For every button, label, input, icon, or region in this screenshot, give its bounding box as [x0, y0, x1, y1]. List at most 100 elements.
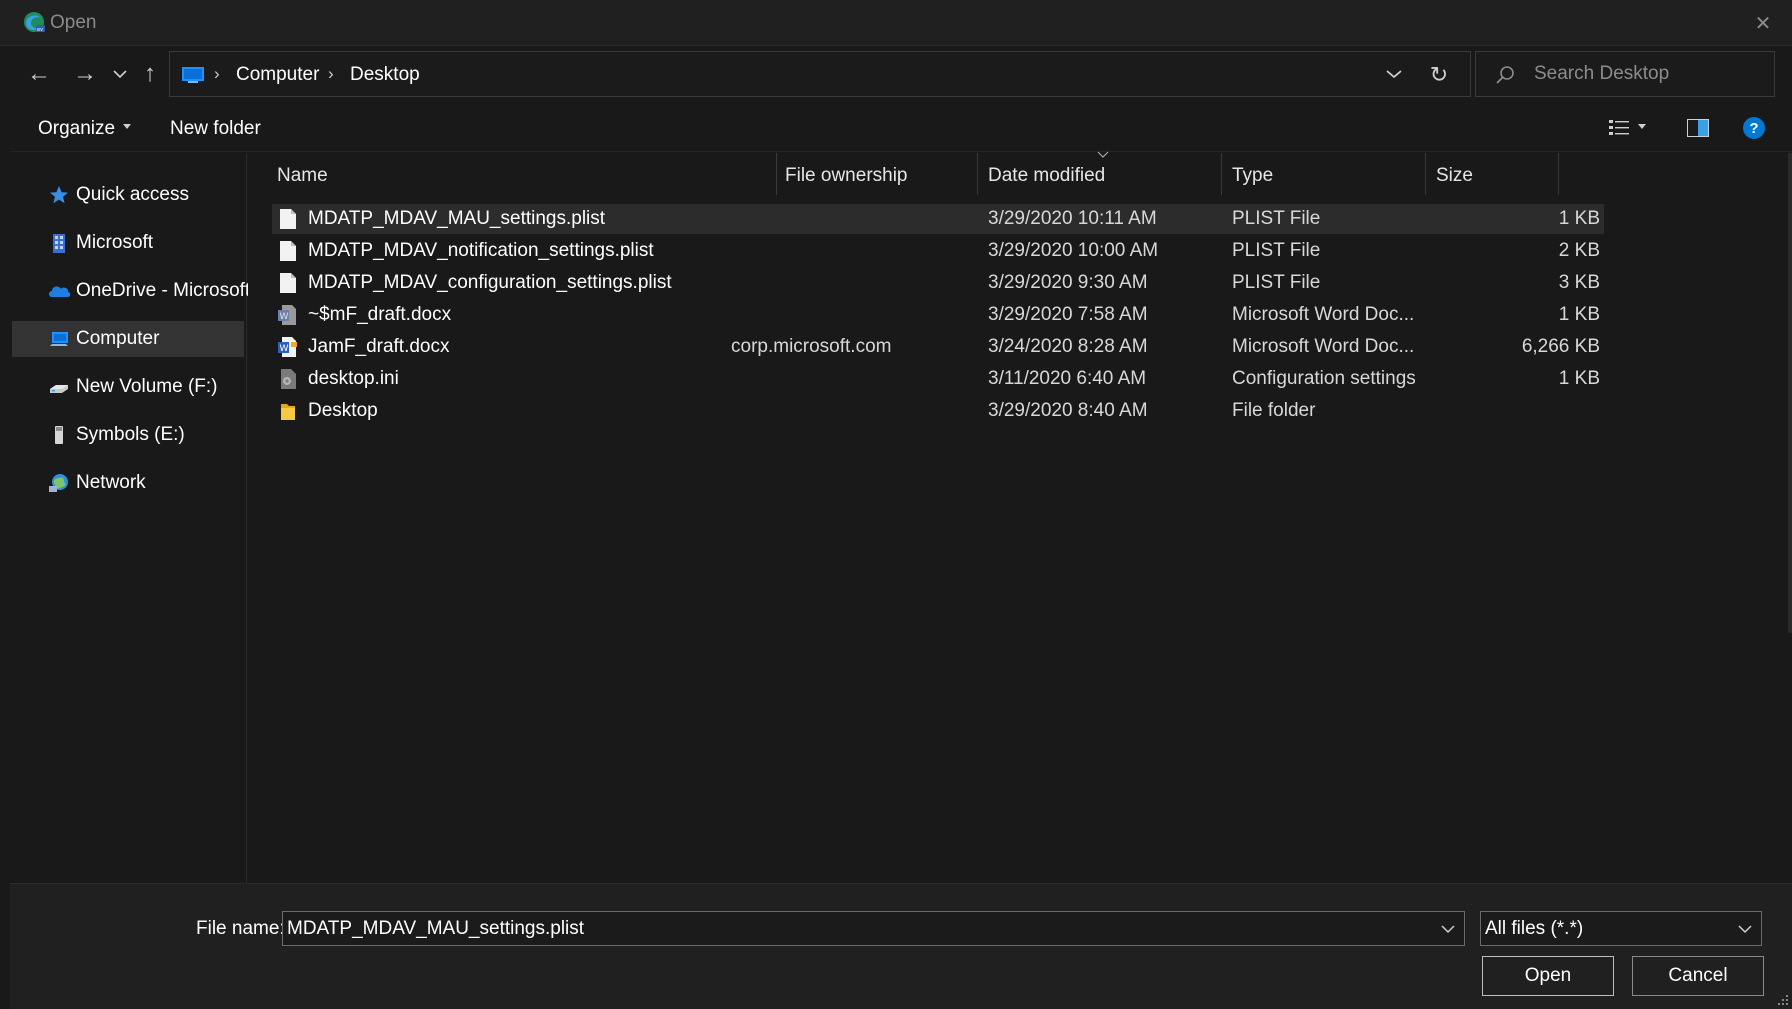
file-date: 3/29/2020 10:00 AM: [988, 240, 1159, 261]
sidebar-item-quick-access[interactable]: Quick access: [12, 177, 244, 213]
breadcrumb-separator: ›: [328, 64, 334, 83]
column-header-date[interactable]: Date modified: [978, 153, 1221, 195]
file-type: PLIST File: [1232, 208, 1321, 229]
address-history-dropdown[interactable]: [1383, 63, 1405, 85]
file-name-combobox[interactable]: [282, 911, 1465, 946]
preview-pane-button[interactable]: [1684, 114, 1712, 142]
sidebar-item-new-volume[interactable]: New Volume (F:): [12, 369, 244, 405]
sidebar-item-label: New Volume (F:): [76, 376, 218, 397]
breadcrumb-desktop[interactable]: Desktop: [350, 64, 420, 86]
column-header-type[interactable]: Type: [1222, 153, 1425, 195]
chevron-down-icon[interactable]: [1440, 921, 1456, 937]
vertical-scrollbar[interactable]: [1788, 153, 1792, 633]
file-owner: corp.microsoft.com: [731, 336, 892, 357]
title-bar: ev Open ✕: [0, 0, 1792, 46]
file-date: 3/29/2020 10:11 AM: [988, 208, 1157, 229]
svg-text:W: W: [280, 312, 289, 322]
resize-grip-icon[interactable]: [1776, 993, 1790, 1007]
open-dialog: ev Open ✕ ← → ↑ › Computer › Desktop ↻ S…: [0, 0, 1792, 1009]
breadcrumb-computer[interactable]: Computer: [236, 64, 319, 86]
refresh-button[interactable]: ↻: [1426, 62, 1452, 88]
file-name: Desktop: [308, 400, 378, 421]
open-button[interactable]: Open: [1482, 956, 1614, 996]
refresh-icon: ↻: [1429, 62, 1449, 87]
window-title: Open: [50, 12, 97, 33]
back-button[interactable]: ←: [24, 59, 54, 89]
file-type-select[interactable]: All files (*.*): [1480, 911, 1762, 946]
column-header-size[interactable]: Size: [1426, 153, 1558, 195]
address-bar[interactable]: › Computer › Desktop ↻: [169, 51, 1471, 97]
file-row[interactable]: desktop.ini 3/11/2020 6:40 AM Configurat…: [272, 364, 1604, 394]
file-name: MDATP_MDAV_MAU_settings.plist: [308, 208, 606, 229]
forward-button[interactable]: →: [70, 59, 100, 89]
sidebar-item-label: Microsoft: [76, 232, 154, 253]
file-row[interactable]: W JamF_draft.docx corp.microsoft.com 3/2…: [272, 332, 1604, 362]
file-type: Microsoft Word Doc...: [1232, 336, 1415, 357]
file-type: File folder: [1232, 400, 1316, 421]
search-box[interactable]: [1475, 51, 1775, 97]
change-view-button[interactable]: [1606, 114, 1634, 142]
file-row[interactable]: MDATP_MDAV_MAU_settings.plist 3/29/2020 …: [272, 204, 1604, 234]
help-glyph: ?: [1749, 119, 1759, 137]
file-name: MDATP_MDAV_configuration_settings.plist: [308, 272, 672, 293]
computer-icon: [50, 332, 68, 346]
view-options-dropdown[interactable]: [1634, 114, 1650, 142]
search-icon: [1496, 66, 1514, 84]
cancel-button[interactable]: Cancel: [1632, 956, 1764, 996]
new-folder-button[interactable]: New folder: [170, 118, 261, 140]
close-button[interactable]: ✕: [1746, 6, 1780, 40]
address-row: ← → ↑ › Computer › Desktop ↻: [10, 47, 1792, 104]
navigation-pane: Quick access Microsoft OneDrive - Micros…: [10, 153, 250, 883]
help-icon: ?: [1743, 117, 1765, 139]
search-input[interactable]: [1534, 60, 1764, 88]
chevron-down-icon: [1386, 70, 1402, 79]
file-name: desktop.ini: [308, 368, 399, 389]
word-doc-icon: W: [278, 305, 296, 325]
file-type-value: All files (*.*): [1485, 918, 1584, 939]
column-header-name[interactable]: Name: [248, 153, 776, 195]
file-name-input[interactable]: [287, 916, 1427, 942]
file-row[interactable]: W ~$mF_draft.docx 3/29/2020 7:58 AM Micr…: [272, 300, 1604, 330]
recent-locations-button[interactable]: [110, 59, 130, 89]
file-size: 2 KB: [1558, 240, 1600, 261]
sidebar-item-onedrive[interactable]: OneDrive - Microsoft: [12, 273, 250, 309]
file-size: 1 KB: [1558, 208, 1600, 229]
computer-icon: [182, 67, 204, 83]
column-label: Type: [1232, 165, 1274, 186]
sidebar-item-microsoft[interactable]: Microsoft: [12, 225, 244, 261]
word-doc-icon: W: [278, 337, 297, 357]
document-icon: [280, 241, 296, 261]
network-icon: [49, 474, 68, 492]
details-view-icon: [1609, 120, 1629, 135]
up-button[interactable]: ↑: [138, 59, 162, 89]
column-label: Size: [1436, 165, 1473, 186]
file-type: Microsoft Word Doc...: [1232, 304, 1415, 325]
file-row[interactable]: MDATP_MDAV_configuration_settings.plist …: [272, 268, 1604, 298]
file-size: 6,266 KB: [1521, 336, 1600, 357]
arrow-left-icon: ←: [27, 60, 51, 87]
column-divider[interactable]: [1558, 153, 1559, 195]
file-date: 3/29/2020 7:58 AM: [988, 304, 1148, 325]
svg-text:W: W: [280, 344, 289, 354]
caret-down-icon: [123, 124, 132, 130]
command-bar: Organize New folder ?: [10, 104, 1792, 152]
sidebar-item-label: Quick access: [76, 184, 189, 205]
sidebar-item-computer[interactable]: Computer: [12, 321, 244, 357]
organize-label: Organize: [38, 118, 116, 139]
file-name: MDATP_MDAV_notification_settings.plist: [308, 240, 654, 261]
building-icon: [53, 234, 65, 253]
file-name-label: File name:: [196, 918, 285, 939]
column-header-ownership[interactable]: File ownership: [777, 153, 977, 195]
sidebar-item-symbols[interactable]: Symbols (E:): [12, 417, 244, 453]
sidebar-item-network[interactable]: Network: [12, 465, 244, 501]
file-date: 3/11/2020 6:40 AM: [988, 368, 1147, 389]
folder-icon: [281, 404, 295, 420]
file-row[interactable]: MDATP_MDAV_notification_settings.plist 3…: [272, 236, 1604, 266]
file-row[interactable]: Desktop 3/29/2020 8:40 AM File folder: [272, 396, 1604, 426]
organize-menu-button[interactable]: Organize: [38, 118, 132, 140]
help-button[interactable]: ?: [1740, 114, 1768, 142]
star-icon: [50, 186, 68, 204]
arrow-up-icon: ↑: [144, 60, 156, 87]
svg-text:ev: ev: [37, 27, 43, 33]
chevron-down-icon: [113, 70, 127, 79]
